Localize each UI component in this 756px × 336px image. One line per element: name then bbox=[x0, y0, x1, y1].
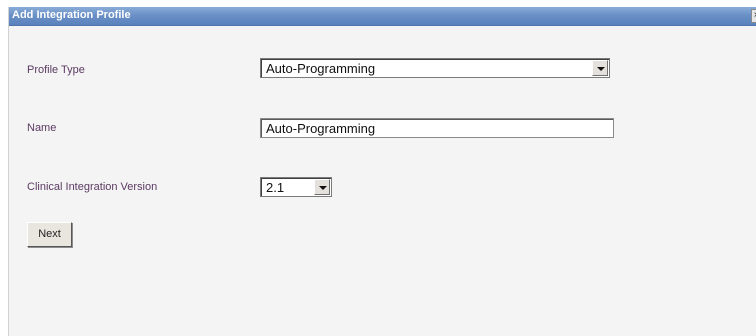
chevron-down-icon[interactable] bbox=[314, 179, 330, 195]
version-value: 2.1 bbox=[266, 180, 285, 195]
next-button[interactable]: Next bbox=[27, 222, 72, 247]
clinical-integration-version-select[interactable]: 2.1 bbox=[260, 177, 332, 197]
name-label: Name bbox=[27, 122, 57, 134]
dialog-title: Add Integration Profile bbox=[12, 9, 131, 21]
clinical-integration-version-label: Clinical Integration Version bbox=[27, 181, 158, 193]
profile-type-select[interactable]: Auto-Programming bbox=[260, 58, 610, 78]
profile-type-value: Auto-Programming bbox=[266, 61, 376, 76]
chevron-down-icon[interactable] bbox=[592, 60, 608, 76]
add-integration-profile-dialog: Add Integration Profile × Profile Type A… bbox=[8, 7, 756, 336]
name-input[interactable]: Auto-Programming bbox=[260, 118, 614, 138]
dialog-titlebar: Add Integration Profile × bbox=[9, 7, 756, 26]
close-icon[interactable]: × bbox=[751, 9, 756, 23]
profile-type-label: Profile Type bbox=[27, 64, 85, 76]
